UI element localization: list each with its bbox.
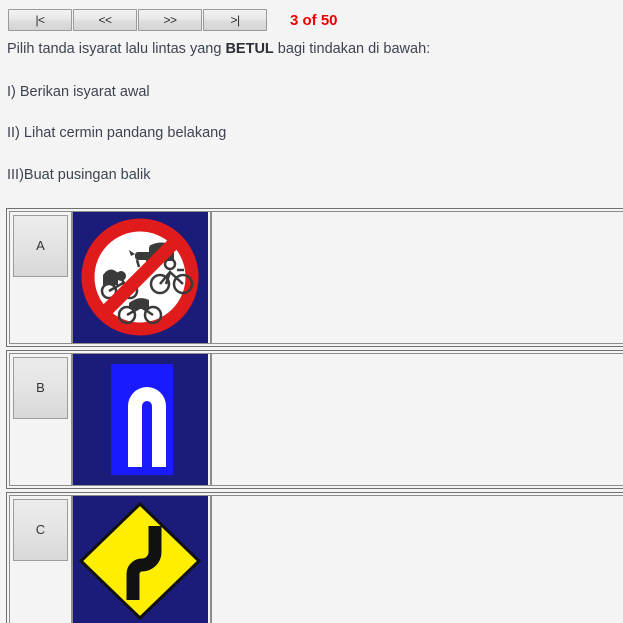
option-letter-cell-b: B	[9, 353, 72, 486]
question-counter: 3 of 50	[290, 11, 338, 29]
option-letter-cell-c: C	[9, 495, 72, 623]
option-c-button[interactable]: C	[13, 499, 68, 561]
question-navigation-bar: |< << >> >| 3 of 50	[8, 9, 338, 31]
option-letter-cell-a: A	[9, 211, 72, 344]
question-prompt-after: bagi tindakan di bawah:	[273, 41, 431, 57]
option-image-cell-b	[72, 353, 211, 486]
table-row[interactable]: C	[6, 492, 623, 623]
option-a-button[interactable]: A	[13, 215, 68, 277]
question-statement-2: II) Lihat cermin pandang belakang	[7, 125, 227, 141]
table-row[interactable]: B	[6, 350, 623, 489]
u-turn-sign	[73, 354, 208, 485]
previous-question-button[interactable]: <<	[73, 9, 137, 31]
question-prompt-before: Pilih tanda isyarat lalu lintas yang	[7, 41, 226, 57]
question-statement-3: III)Buat pusingan balik	[7, 167, 151, 183]
option-b-button[interactable]: B	[13, 357, 68, 419]
question-statement-1: I) Berikan isyarat awal	[7, 84, 150, 100]
first-question-button[interactable]: |<	[8, 9, 72, 31]
option-blank-cell-c	[211, 495, 623, 623]
table-row[interactable]: A	[6, 208, 623, 347]
double-bend-warning-sign	[73, 496, 208, 623]
option-image-cell-c	[72, 495, 211, 623]
next-question-button[interactable]: >>	[138, 9, 202, 31]
option-blank-cell-a	[211, 211, 623, 344]
question-prompt: Pilih tanda isyarat lalu lintas yang BET…	[7, 41, 430, 57]
answer-options-table: A B C	[6, 208, 623, 623]
last-question-button[interactable]: >|	[203, 9, 267, 31]
no-slow-vehicles-sign	[73, 212, 208, 343]
option-blank-cell-b	[211, 353, 623, 486]
option-image-cell-a	[72, 211, 211, 344]
quiz-page: |< << >> >| 3 of 50 Pilih tanda isyarat …	[0, 0, 623, 623]
question-prompt-emphasis: BETUL	[225, 41, 274, 57]
